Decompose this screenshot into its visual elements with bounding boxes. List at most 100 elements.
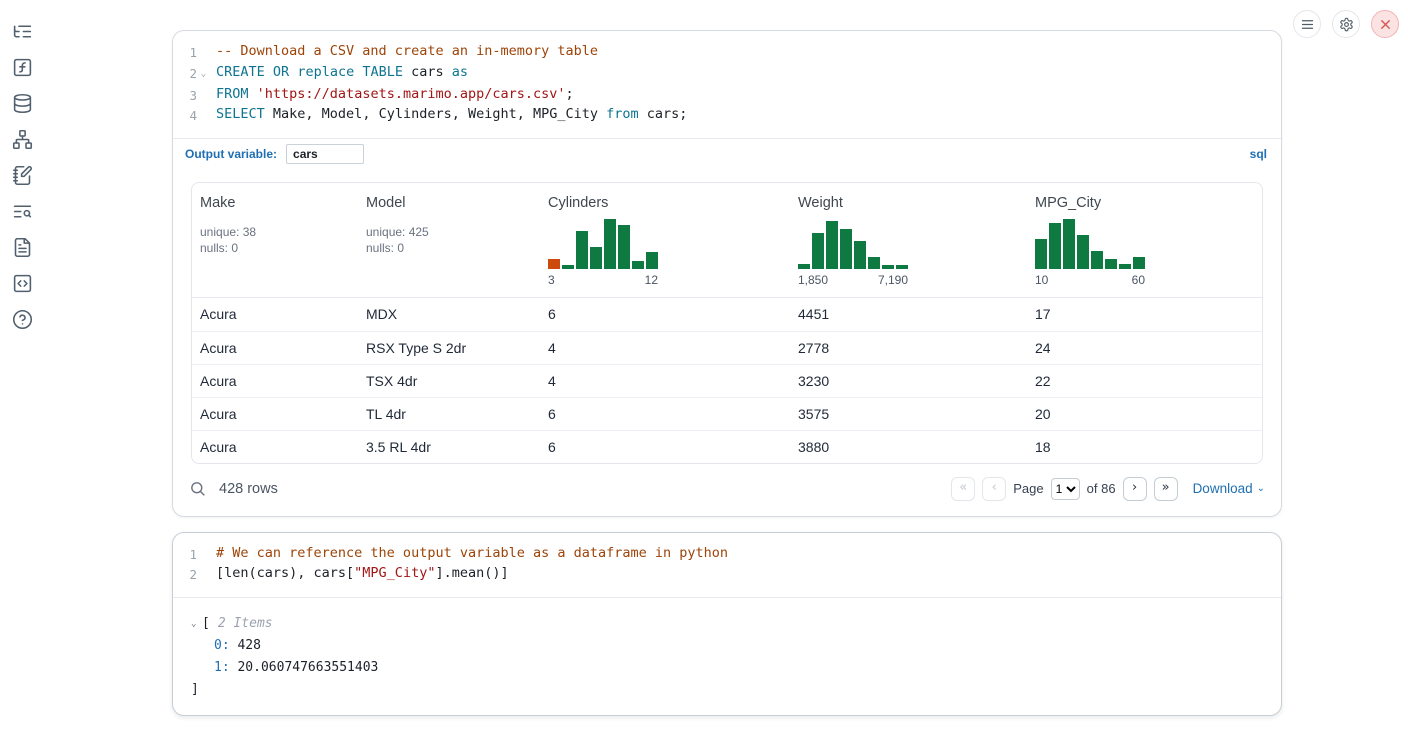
dependency-graph-icon[interactable] bbox=[12, 129, 33, 150]
document-icon[interactable] bbox=[12, 237, 33, 258]
table-cell: Acura bbox=[192, 439, 358, 455]
file-tree-icon[interactable] bbox=[12, 21, 33, 42]
python-cell: 1 # We can reference the output variable … bbox=[172, 532, 1282, 716]
histogram-bar[interactable] bbox=[854, 241, 866, 269]
table-body: AcuraMDX6445117AcuraRSX Type S 2dr427782… bbox=[192, 298, 1262, 463]
histogram-bar[interactable] bbox=[618, 225, 630, 269]
item-index: 0: bbox=[214, 638, 237, 653]
sql-cell: 1 -- Download a CSV and create an in-memo… bbox=[172, 30, 1282, 517]
histogram-bar[interactable] bbox=[1063, 219, 1075, 269]
next-page-button[interactable]: › bbox=[1123, 477, 1147, 501]
histogram-range-labels: 1060 bbox=[1035, 273, 1145, 287]
python-code-editor[interactable]: 1 # We can reference the output variable … bbox=[173, 533, 1281, 597]
code-line[interactable]: 1 # We can reference the output variable … bbox=[173, 544, 1281, 565]
line-number: 1 bbox=[173, 544, 197, 565]
histogram-bar[interactable] bbox=[1091, 251, 1103, 269]
histogram-bar[interactable] bbox=[868, 257, 880, 269]
scratchpad-icon[interactable] bbox=[12, 165, 33, 186]
page-select[interactable]: 1 bbox=[1051, 478, 1080, 500]
histogram-bar[interactable] bbox=[632, 261, 644, 269]
table-row[interactable]: Acura3.5 RL 4dr6388018 bbox=[192, 430, 1262, 463]
histogram-bar[interactable] bbox=[826, 221, 838, 269]
code-text: -- Download a CSV and create an in-memor… bbox=[210, 42, 598, 63]
close-button[interactable] bbox=[1371, 10, 1399, 38]
collapse-icon[interactable]: ⌄ bbox=[191, 613, 202, 635]
histogram-bar[interactable] bbox=[548, 259, 560, 269]
table-cell: 6 bbox=[540, 406, 790, 422]
output-variable-label: Output variable: bbox=[185, 147, 277, 161]
histogram-bar[interactable] bbox=[840, 229, 852, 269]
table-row[interactable]: AcuraMDX6445117 bbox=[192, 298, 1262, 331]
table-cell: MDX bbox=[358, 306, 540, 322]
table-row[interactable]: AcuraRSX Type S 2dr4277824 bbox=[192, 331, 1262, 364]
histogram-bar[interactable] bbox=[1105, 259, 1117, 269]
help-icon[interactable] bbox=[12, 309, 33, 330]
code-line[interactable]: 2⌄CREATE OR replace TABLE cars as bbox=[173, 63, 1281, 85]
fold-gutter bbox=[197, 544, 210, 565]
menu-button[interactable] bbox=[1293, 10, 1321, 38]
notebook: 1 -- Download a CSV and create an in-memo… bbox=[172, 30, 1282, 716]
table-cell: 3880 bbox=[790, 439, 1027, 455]
histogram-bar[interactable] bbox=[590, 247, 602, 269]
code-snippets-icon[interactable] bbox=[12, 273, 33, 294]
close-icon bbox=[1378, 17, 1393, 32]
table-cell: 4 bbox=[540, 373, 790, 389]
table-row[interactable]: AcuraTL 4dr6357520 bbox=[192, 397, 1262, 430]
output-variable-input[interactable] bbox=[286, 144, 364, 164]
code-text: # We can reference the output variable a… bbox=[210, 544, 728, 565]
opening-bracket: [ bbox=[202, 613, 210, 635]
last-page-button[interactable]: » bbox=[1154, 477, 1178, 501]
histogram-bar[interactable] bbox=[882, 265, 894, 269]
code-line[interactable]: 2[len(cars), cars["MPG_City"].mean()] bbox=[173, 564, 1281, 585]
settings-button[interactable] bbox=[1332, 10, 1360, 38]
menu-icon bbox=[1300, 17, 1315, 32]
table-footer: 428 rows « ‹ Page 1 of 86 › » Download ⌄ bbox=[173, 464, 1281, 516]
helper-panel-toolbar bbox=[0, 0, 44, 330]
download-button[interactable]: Download ⌄ bbox=[1193, 481, 1265, 496]
code-line[interactable]: 3FROM 'https://datasets.marimo.app/cars.… bbox=[173, 85, 1281, 106]
column-header-weight[interactable]: Weight 1,8507,190 bbox=[790, 183, 1027, 297]
histogram-bar[interactable] bbox=[798, 264, 810, 269]
table-cell: Acura bbox=[192, 340, 358, 356]
histogram-bar[interactable] bbox=[896, 265, 908, 269]
database-icon[interactable] bbox=[12, 93, 33, 114]
column-header-make[interactable]: Makeunique: 38nulls: 0 bbox=[192, 183, 358, 297]
prev-page-button[interactable]: ‹ bbox=[982, 477, 1006, 501]
column-header-mpg_city[interactable]: MPG_City 1060 bbox=[1027, 183, 1262, 297]
sql-code-editor[interactable]: 1-- Download a CSV and create an in-memo… bbox=[173, 31, 1281, 138]
table-cell: 2778 bbox=[790, 340, 1027, 356]
histogram-bar[interactable] bbox=[1133, 257, 1145, 269]
histogram-bar[interactable] bbox=[1119, 264, 1131, 269]
fold-gutter bbox=[197, 564, 210, 585]
histogram-bar[interactable] bbox=[562, 265, 574, 269]
histogram-bar[interactable] bbox=[576, 231, 588, 269]
code-text: FROM 'https://datasets.marimo.app/cars.c… bbox=[210, 85, 574, 106]
histogram-bar[interactable] bbox=[646, 252, 658, 269]
pagination: « ‹ Page 1 of 86 › » bbox=[951, 477, 1177, 501]
output-tree-header[interactable]: ⌄ [ 2 Items bbox=[191, 613, 1263, 635]
first-page-button[interactable]: « bbox=[951, 477, 975, 501]
fold-indicator-icon[interactable]: ⌄ bbox=[197, 63, 210, 85]
closing-bracket: ] bbox=[191, 679, 1263, 701]
code-line[interactable]: 4SELECT Make, Model, Cylinders, Weight, … bbox=[173, 105, 1281, 126]
table-cell: 24 bbox=[1027, 340, 1262, 356]
table-header: Makeunique: 38nulls: 0Modelunique: 425nu… bbox=[192, 183, 1262, 298]
column-histogram[interactable]: 1060 bbox=[1035, 217, 1145, 287]
histogram-bar[interactable] bbox=[812, 233, 824, 269]
histogram-bar[interactable] bbox=[1077, 235, 1089, 269]
histogram-bar[interactable] bbox=[604, 219, 616, 269]
logs-search-icon[interactable] bbox=[12, 201, 33, 222]
function-icon[interactable] bbox=[12, 57, 33, 78]
column-header-model[interactable]: Modelunique: 425nulls: 0 bbox=[358, 183, 540, 297]
column-histogram[interactable]: 1,8507,190 bbox=[798, 217, 908, 287]
search-icon[interactable] bbox=[189, 480, 206, 497]
table-row[interactable]: AcuraTSX 4dr4323022 bbox=[192, 364, 1262, 397]
table-cell: TSX 4dr bbox=[358, 373, 540, 389]
histogram-bar[interactable] bbox=[1049, 223, 1061, 269]
code-line[interactable]: 1-- Download a CSV and create an in-memo… bbox=[173, 42, 1281, 63]
column-histogram[interactable]: 312 bbox=[548, 217, 658, 287]
histogram-bar[interactable] bbox=[1035, 239, 1047, 269]
column-header-cylinders[interactable]: Cylinders312 bbox=[540, 183, 790, 297]
column-label: Weight bbox=[798, 195, 1019, 211]
column-label: MPG_City bbox=[1035, 195, 1254, 211]
